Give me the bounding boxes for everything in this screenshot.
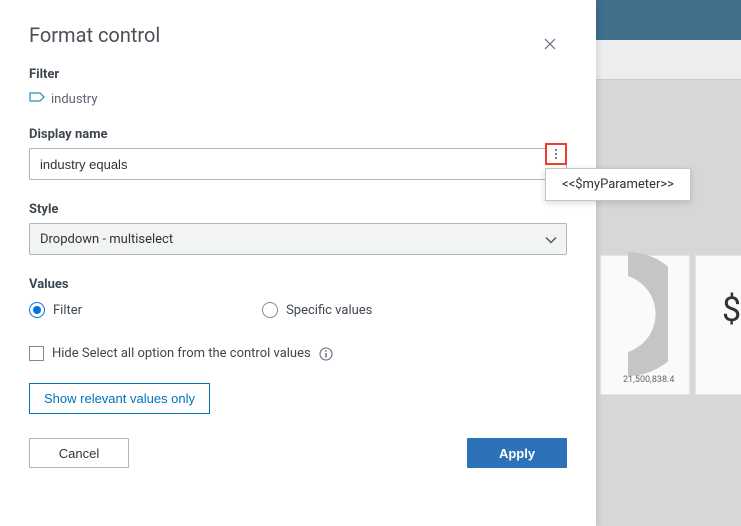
values-radio-specific[interactable]: Specific values	[262, 302, 372, 318]
values-label: Values	[29, 277, 567, 292]
style-value: Dropdown - multiselect	[40, 232, 173, 247]
background-arc-label: 21,500,838.4	[623, 375, 674, 385]
checkbox-icon	[29, 346, 44, 361]
style-label: Style	[29, 202, 567, 217]
radio-label: Filter	[53, 303, 82, 318]
filter-name: industry	[51, 92, 97, 107]
format-control-panel: Format control Filter industry Display n…	[0, 0, 596, 526]
radio-icon	[29, 302, 45, 318]
radio-label: Specific values	[286, 303, 372, 318]
filter-section-label: Filter	[29, 67, 567, 82]
info-icon	[319, 347, 333, 361]
values-radio-filter[interactable]: Filter	[29, 302, 82, 318]
background-dollar: $	[722, 290, 741, 330]
style-select[interactable]: Dropdown - multiselect	[29, 223, 567, 255]
display-name-input[interactable]	[29, 148, 567, 180]
close-icon	[544, 38, 556, 50]
more-options-button[interactable]	[545, 143, 567, 165]
panel-title: Format control	[29, 23, 567, 47]
display-name-label: Display name	[29, 127, 567, 142]
kebab-icon	[555, 149, 557, 159]
filter-pill[interactable]: industry	[29, 91, 97, 107]
close-button[interactable]	[542, 36, 558, 52]
checkbox-label: Hide Select all option from the control …	[52, 346, 311, 361]
parameter-tooltip[interactable]: <<$myParameter>>	[545, 168, 691, 201]
hide-select-all-checkbox[interactable]: Hide Select all option from the control …	[29, 346, 333, 361]
cancel-button[interactable]: Cancel	[29, 438, 129, 468]
apply-button[interactable]: Apply	[467, 438, 567, 468]
radio-icon	[262, 302, 278, 318]
show-relevant-values-button[interactable]: Show relevant values only	[29, 383, 210, 414]
filter-tag-icon	[29, 91, 45, 107]
